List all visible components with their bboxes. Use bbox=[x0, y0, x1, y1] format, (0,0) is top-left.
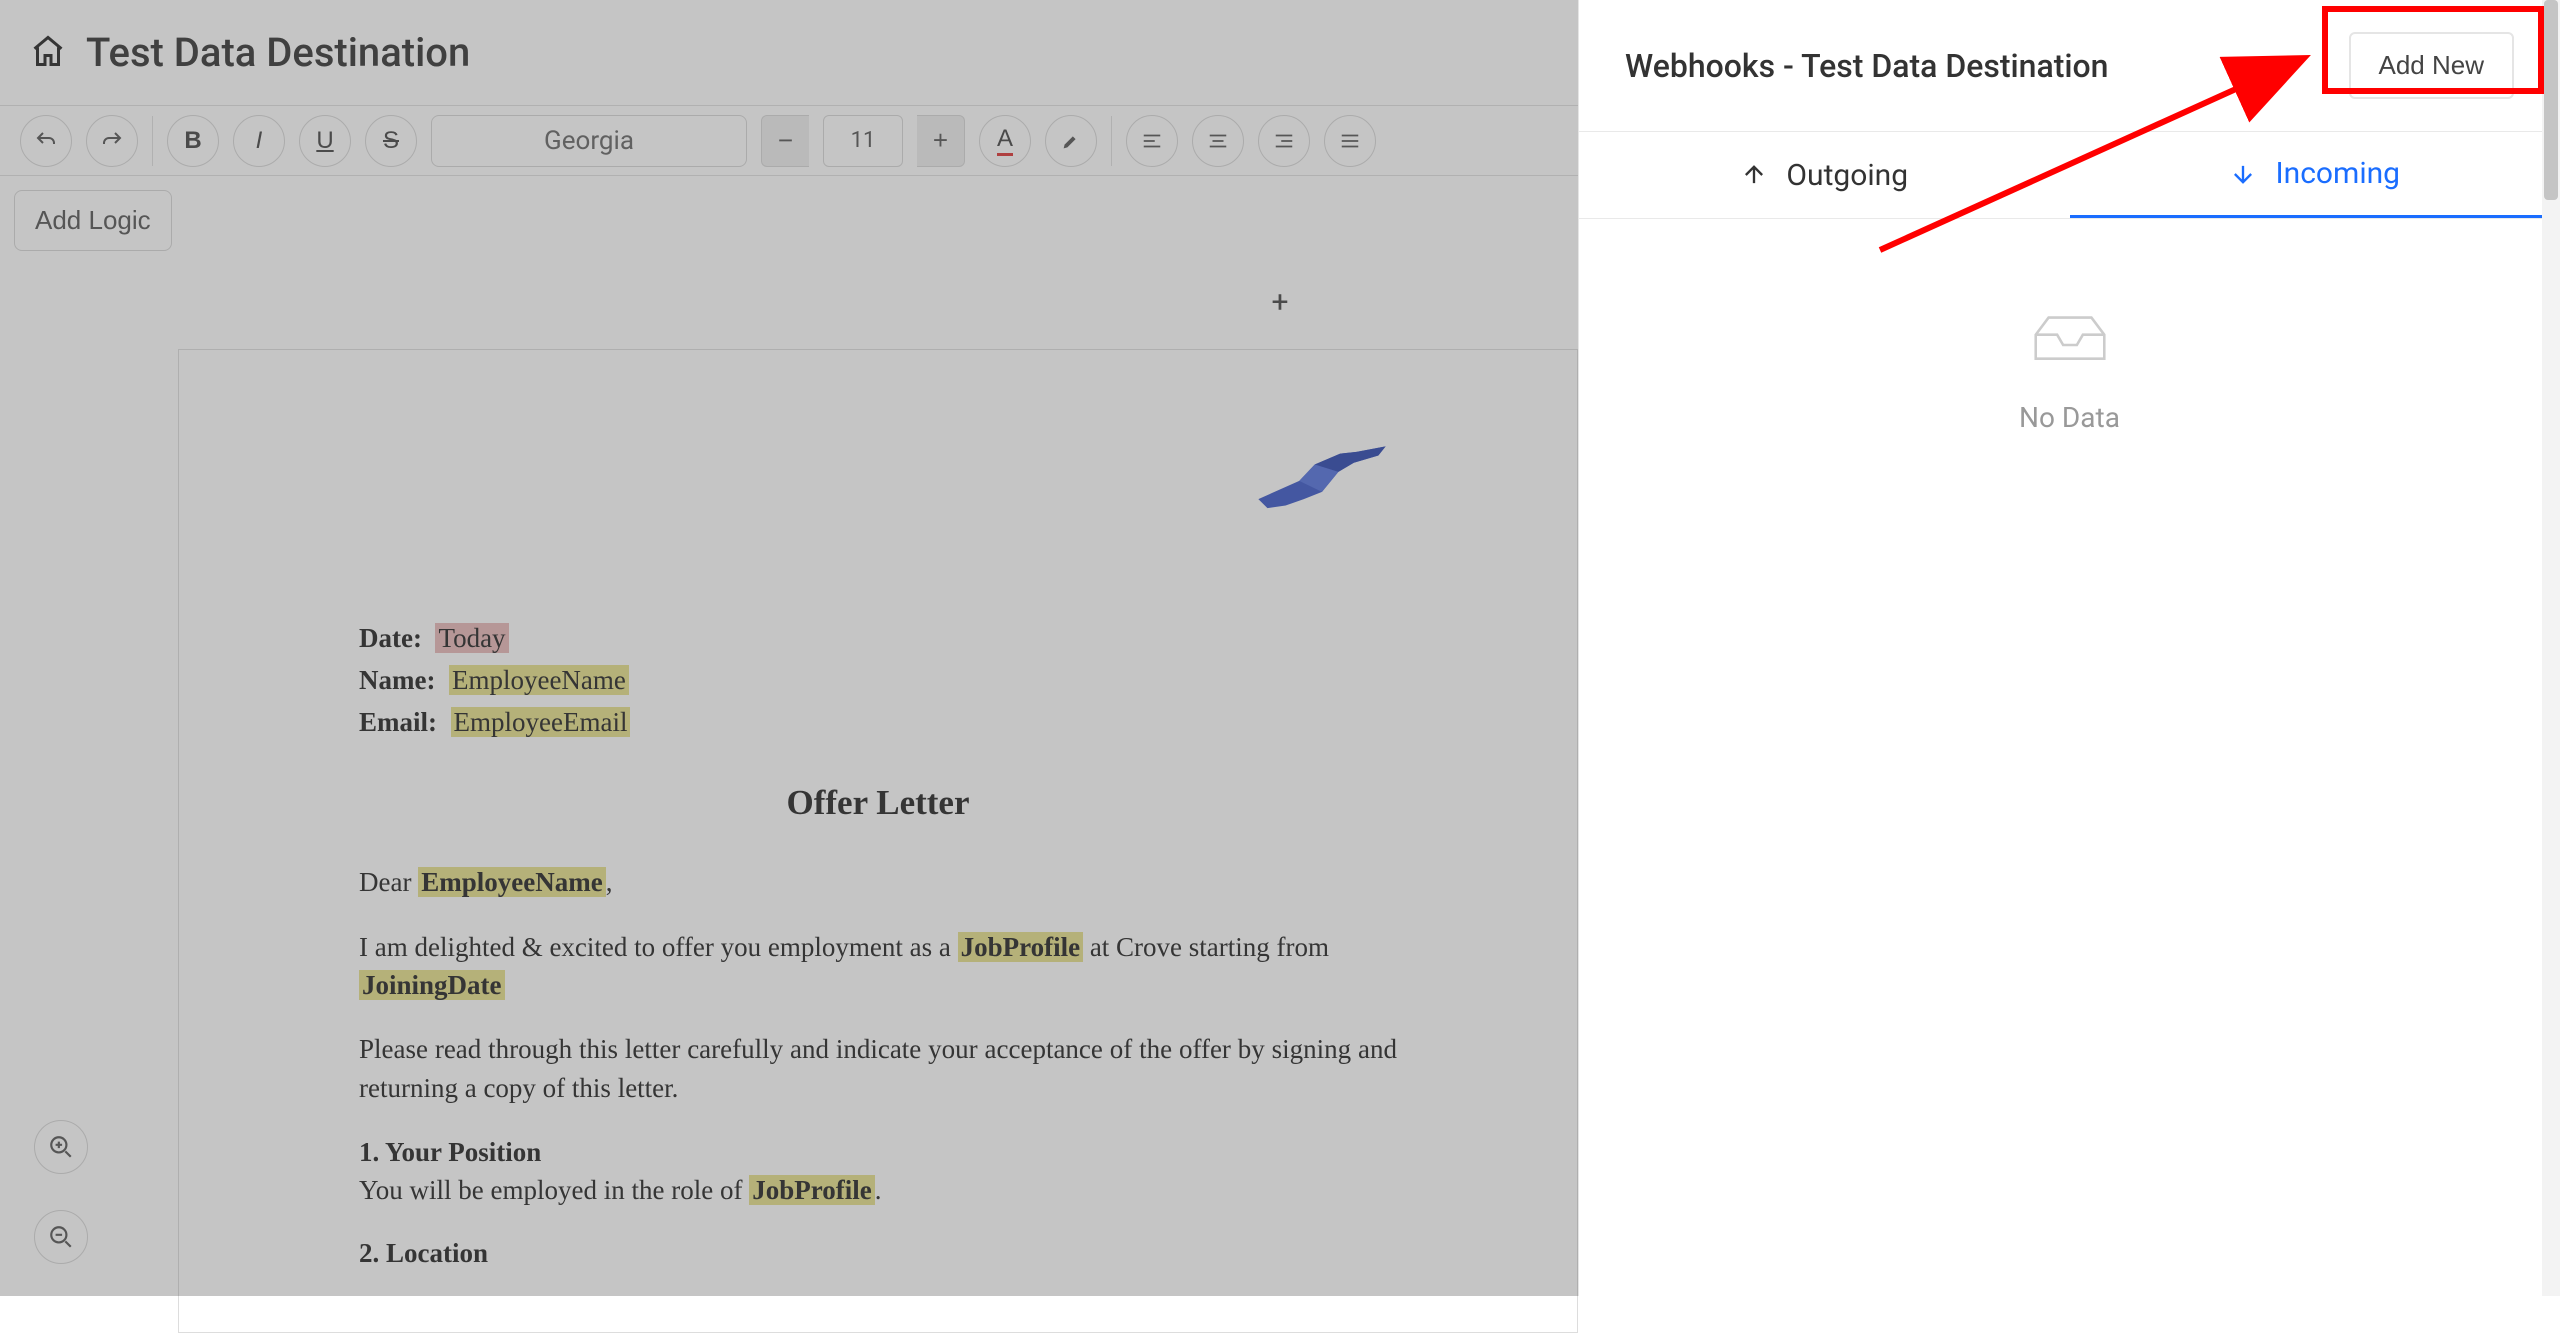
undo-button[interactable] bbox=[20, 115, 72, 167]
para-1: I am delighted & excited to offer you em… bbox=[359, 928, 1397, 1005]
section-2: 2. Location bbox=[359, 1234, 1397, 1272]
inbox-icon bbox=[2025, 309, 2115, 369]
email-label: Email: bbox=[359, 707, 437, 737]
logo-area bbox=[359, 410, 1397, 510]
strike-button[interactable]: S bbox=[365, 115, 417, 167]
section-1-text-a: You will be employed in the role of bbox=[359, 1175, 749, 1205]
salutation-name-field[interactable]: EmployeeName bbox=[418, 867, 605, 897]
salutation-suffix: , bbox=[606, 867, 613, 897]
p1-text-b: at Crove starting from bbox=[1083, 932, 1329, 962]
align-center-button[interactable] bbox=[1192, 115, 1244, 167]
text-color-button[interactable]: A bbox=[979, 115, 1031, 167]
highlight-button[interactable] bbox=[1045, 115, 1097, 167]
webhooks-panel: Webhooks - Test Data Destination Add New… bbox=[1578, 0, 2560, 1296]
align-justify-button[interactable] bbox=[1324, 115, 1376, 167]
font-size-value[interactable]: 11 bbox=[823, 115, 903, 167]
panel-header: Webhooks - Test Data Destination Add New bbox=[1579, 0, 2560, 131]
arrow-up-icon bbox=[1740, 161, 1768, 189]
doc-email-line: Email: EmployeeEmail bbox=[359, 704, 1397, 742]
italic-button[interactable]: I bbox=[233, 115, 285, 167]
empty-state: No Data bbox=[1579, 309, 2560, 434]
date-field[interactable]: Today bbox=[435, 623, 508, 653]
font-size-decrease[interactable]: − bbox=[761, 115, 809, 167]
panel-tabs: Outgoing Incoming bbox=[1579, 131, 2560, 219]
doc-body: Dear EmployeeName, I am delighted & exci… bbox=[359, 863, 1397, 1272]
scrollbar[interactable] bbox=[2542, 0, 2560, 1296]
date-label: Date: bbox=[359, 623, 422, 653]
job-profile-field-2[interactable]: JobProfile bbox=[749, 1175, 874, 1205]
separator bbox=[1111, 116, 1112, 166]
salutation: Dear EmployeeName, bbox=[359, 863, 1397, 901]
font-select[interactable]: Georgia bbox=[431, 115, 747, 167]
arrow-down-icon bbox=[2229, 160, 2257, 188]
section-2-header: 2. Location bbox=[359, 1238, 488, 1268]
home-icon[interactable] bbox=[30, 33, 66, 73]
redo-button[interactable] bbox=[86, 115, 138, 167]
bold-button[interactable]: B bbox=[167, 115, 219, 167]
doc-date-line: Date: Today bbox=[359, 620, 1397, 658]
no-data-text: No Data bbox=[2019, 401, 2120, 434]
page-title: Test Data Destination bbox=[86, 29, 470, 76]
doc-title: Offer Letter bbox=[359, 783, 1397, 823]
salutation-prefix: Dear bbox=[359, 867, 418, 897]
section-1: 1. Your Position You will be employed in… bbox=[359, 1133, 1397, 1210]
job-profile-field[interactable]: JobProfile bbox=[958, 932, 1083, 962]
panel-title: Webhooks - Test Data Destination bbox=[1625, 47, 2109, 85]
underline-button[interactable]: U bbox=[299, 115, 351, 167]
name-field[interactable]: EmployeeName bbox=[449, 665, 629, 695]
align-left-button[interactable] bbox=[1126, 115, 1178, 167]
section-1-header: 1. Your Position bbox=[359, 1137, 541, 1167]
align-right-button[interactable] bbox=[1258, 115, 1310, 167]
tab-outgoing[interactable]: Outgoing bbox=[1579, 132, 2070, 218]
font-size-increase[interactable]: + bbox=[917, 115, 965, 167]
document-page[interactable]: Date: Today Name: EmployeeName Email: Em… bbox=[178, 349, 1578, 1333]
add-new-button[interactable]: Add New bbox=[2349, 32, 2515, 99]
tab-incoming[interactable]: Incoming bbox=[2070, 132, 2560, 218]
zoom-out-button[interactable] bbox=[34, 1210, 88, 1264]
tab-outgoing-label: Outgoing bbox=[1786, 158, 1908, 193]
joining-date-field[interactable]: JoiningDate bbox=[359, 970, 505, 1000]
p1-text-a: I am delighted & excited to offer you em… bbox=[359, 932, 958, 962]
add-logic-button[interactable]: Add Logic bbox=[14, 190, 172, 251]
header-left: Test Data Destination bbox=[30, 29, 470, 76]
doc-name-line: Name: EmployeeName bbox=[359, 662, 1397, 700]
separator bbox=[152, 116, 153, 166]
tab-incoming-label: Incoming bbox=[2275, 156, 2400, 191]
name-label: Name: bbox=[359, 665, 435, 695]
scrollbar-thumb[interactable] bbox=[2544, 0, 2558, 200]
para-2: Please read through this letter carefull… bbox=[359, 1030, 1397, 1107]
add-page-icon[interactable]: + bbox=[1271, 285, 1288, 327]
bird-icon bbox=[1247, 410, 1397, 510]
email-field[interactable]: EmployeeEmail bbox=[451, 707, 631, 737]
zoom-in-button[interactable] bbox=[34, 1120, 88, 1174]
zoom-controls bbox=[34, 1120, 88, 1264]
section-1-text-b: . bbox=[875, 1175, 882, 1205]
